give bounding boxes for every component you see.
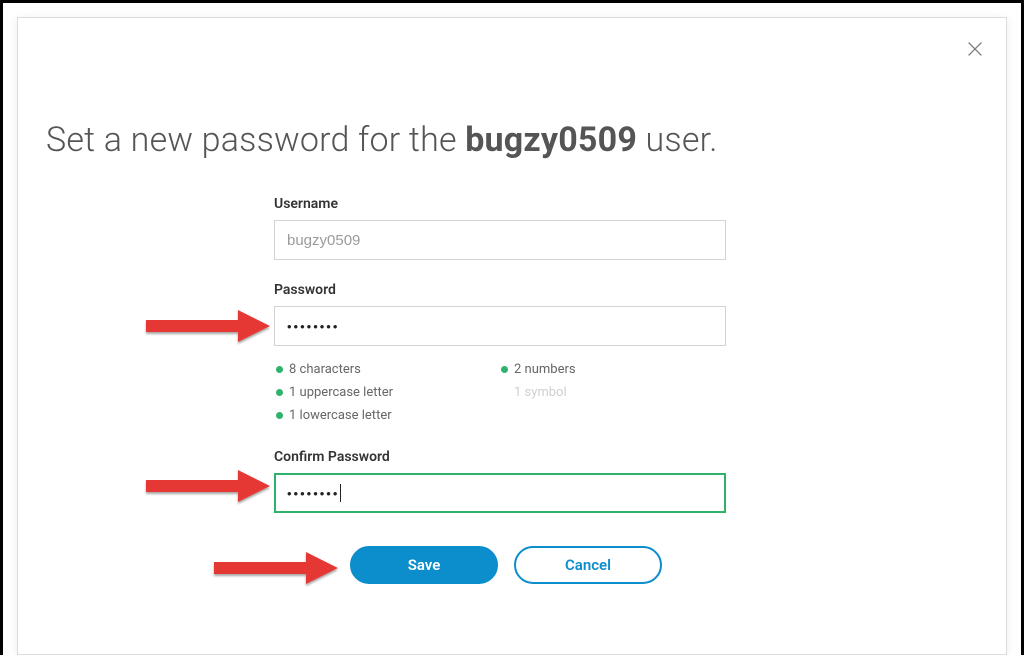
check-dot-icon — [276, 389, 283, 396]
title-username: bugzy0509 — [465, 120, 637, 160]
set-password-modal: Set a new password for the bugzy0509 use… — [17, 17, 1007, 655]
password-input[interactable]: •••••••• — [274, 306, 726, 346]
save-button[interactable]: Save — [350, 546, 498, 584]
password-value: •••••••• — [287, 319, 339, 334]
req-1-lowercase: 1 lowercase letter — [276, 408, 471, 423]
check-dot-icon — [276, 366, 283, 373]
req-2-numbers: 2 numbers — [501, 362, 696, 377]
viewport-frame: Set a new password for the bugzy0509 use… — [0, 0, 1024, 655]
req-1-uppercase: 1 uppercase letter — [276, 385, 471, 400]
req-label: 1 uppercase letter — [289, 385, 393, 400]
form: Username Password •••••••• 8 characters … — [274, 196, 726, 513]
save-button-label: Save — [408, 556, 441, 574]
confirm-password-value: •••••••• — [287, 486, 339, 501]
cancel-button[interactable]: Cancel — [514, 546, 662, 584]
check-dot-icon — [501, 366, 508, 373]
title-suffix: user. — [637, 120, 718, 160]
username-input — [274, 220, 726, 260]
button-row: Save Cancel — [350, 546, 662, 584]
password-label: Password — [274, 282, 726, 298]
req-label: 1 symbol — [514, 385, 567, 400]
annotation-arrow-icon — [142, 306, 274, 346]
req-1-symbol: 1 symbol — [501, 385, 696, 400]
req-label: 2 numbers — [514, 362, 576, 377]
page-title: Set a new password for the bugzy0509 use… — [46, 120, 718, 160]
title-prefix: Set a new password for the — [46, 120, 465, 160]
password-requirements: 8 characters 2 numbers 1 uppercase lette… — [276, 362, 696, 423]
req-label: 1 lowercase letter — [289, 408, 392, 423]
annotation-arrow-icon — [142, 466, 274, 506]
close-icon[interactable] — [964, 38, 986, 60]
req-8-characters: 8 characters — [276, 362, 471, 377]
confirm-password-input[interactable]: •••••••• — [274, 473, 726, 513]
req-label: 8 characters — [289, 362, 361, 377]
username-label: Username — [274, 196, 726, 212]
confirm-password-label: Confirm Password — [274, 449, 726, 465]
check-dot-icon — [276, 412, 283, 419]
text-cursor-icon — [340, 484, 341, 502]
annotation-arrow-icon — [210, 548, 342, 588]
check-dot-icon — [501, 389, 508, 396]
cancel-button-label: Cancel — [565, 556, 611, 574]
